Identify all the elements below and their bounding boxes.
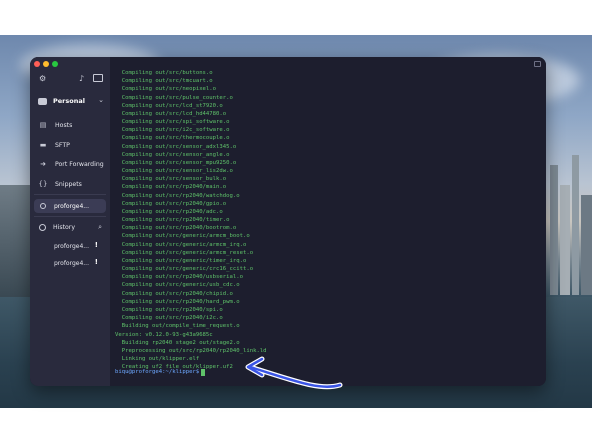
terminal-prompt[interactable]: biqu@proforge4:~/klipper$ <box>115 368 206 376</box>
snippets-icon: {} <box>38 180 48 188</box>
gear-icon[interactable]: ⚙ <box>39 75 46 83</box>
terminal-line: Compiling out/src/rp2040/watchdog.o <box>115 192 240 199</box>
minimize-window-button[interactable] <box>43 61 49 67</box>
terminal-line: Compiling out/src/generic/crc16_ccitt.o <box>115 266 254 273</box>
terminal-line: Compiling out/src/spi_software.o <box>115 119 230 126</box>
terminal-line: Compiling out/src/lcd_st7920.o <box>115 102 223 109</box>
terminal-line: Compiling out/src/neopixel.o <box>115 86 217 93</box>
terminal-line: Preprocessing out/src/rp2040/rp2040_link… <box>115 347 267 354</box>
sidebar-item-label: Hosts <box>55 121 73 129</box>
warning-badge: ! <box>94 258 98 266</box>
warning-badge: ! <box>94 241 98 249</box>
hosts-icon: ▤ <box>39 121 47 129</box>
annotation-arrow-icon <box>245 356 343 390</box>
bell-icon[interactable]: ♪ <box>79 75 84 83</box>
session-label: proforge4... <box>54 202 89 210</box>
prompt-text: biqu@proforge4:~/klipper$ <box>115 369 200 375</box>
terminal-icon[interactable] <box>93 74 103 82</box>
sidebar: ⚙ ♪ Personal ⌄ ▤ Hosts ▬ SFTP ➜ Port For… <box>30 57 110 386</box>
terminal-line: Building rp2040 stage2 out/stage2.o <box>115 339 240 346</box>
terminal-line: Compiling out/src/rp2040/timer.o <box>115 217 230 224</box>
history-item-label: proforge4... <box>54 242 89 250</box>
vault-icon <box>38 97 47 105</box>
maximize-window-button[interactable] <box>52 61 58 67</box>
terminal-line: Compiling out/src/rp2040/spi.o <box>115 306 223 313</box>
divider <box>34 194 106 195</box>
close-window-button[interactable] <box>34 61 40 67</box>
port-forwarding-icon: ➜ <box>40 160 46 168</box>
chevron-down-icon: ⌄ <box>98 96 104 104</box>
terminal-line: Compiling out/src/rp2040/gpio.o <box>115 200 227 207</box>
divider <box>34 216 106 217</box>
history-label: History <box>53 223 76 231</box>
terminal-line: Compiling out/src/i2c_software.o <box>115 127 230 134</box>
terminal-line: Compiling out/src/rp2040/chipid.o <box>115 290 233 297</box>
terminal-line: Compiling out/src/tmcuart.o <box>115 78 213 85</box>
terminal-line: Compiling out/src/sensor_bulk.o <box>115 176 227 183</box>
terminal-line: Building out/compile_time_request.o <box>115 323 240 330</box>
terminal-line: Compiling out/src/pulse_counter.o <box>115 94 233 101</box>
sidebar-item-hosts[interactable]: ▤ Hosts <box>34 118 106 132</box>
terminal-line: Compiling out/src/rp2040/usbserial.o <box>115 274 243 281</box>
sidebar-item-sftp[interactable]: ▬ SFTP <box>34 138 106 152</box>
terminal-line: Compiling out/src/generic/usb_cdc.o <box>115 282 240 289</box>
sidebar-item-label: Snippets <box>55 180 82 188</box>
terminal-line: Compiling out/src/thermocouple.o <box>115 135 230 142</box>
session-status-icon <box>40 203 46 209</box>
terminal-line: Compiling out/src/generic/timer_irq.o <box>115 257 247 264</box>
terminal-app-window: ⚙ ♪ Personal ⌄ ▤ Hosts ▬ SFTP ➜ Port For… <box>30 57 546 386</box>
terminal-line: Version: v0.12.0-93-g43a9685c <box>115 331 213 338</box>
terminal-line: Compiling out/src/rp2040/adc.o <box>115 208 223 215</box>
sidebar-item-label: Port Forwarding <box>55 160 104 168</box>
text-cursor <box>201 368 206 376</box>
vault-selector[interactable]: Personal ⌄ <box>34 94 106 108</box>
terminal-line: Compiling out/src/rp2040/hard_pwm.o <box>115 298 240 305</box>
terminal-line: Compiling out/src/rp2040/i2c.o <box>115 315 223 322</box>
city-skyline-right <box>546 145 592 295</box>
vault-label: Personal <box>53 97 85 105</box>
folder-icon: ▬ <box>39 141 47 149</box>
terminal-line: Compiling out/src/sensor_angle.o <box>115 151 230 158</box>
terminal-line: Compiling out/src/sensor_adxl345.o <box>115 143 237 150</box>
sidebar-item-label: SFTP <box>55 141 70 149</box>
clock-icon <box>39 223 46 231</box>
terminal-line: Compiling out/src/buttons.o <box>115 70 213 76</box>
split-view-icon[interactable] <box>534 61 541 67</box>
terminal-line: Compiling out/src/lcd_hd44780.o <box>115 110 227 117</box>
terminal-output: Compiling out/src/buttons.o Compiling ou… <box>115 69 267 371</box>
terminal-line: Compiling out/src/rp2040/main.o <box>115 184 227 191</box>
active-session-tab[interactable]: proforge4... <box>34 199 106 213</box>
sidebar-item-port-forwarding[interactable]: ➜ Port Forwarding <box>34 157 106 171</box>
terminal-line: Compiling out/src/generic/armcm_irq.o <box>115 241 247 248</box>
sidebar-item-snippets[interactable]: {} Snippets <box>34 177 106 191</box>
search-icon[interactable]: ⌕ <box>98 223 102 232</box>
history-item[interactable]: proforge4... ! <box>34 257 106 269</box>
terminal-line: Compiling out/src/generic/armcm_boot.o <box>115 233 250 240</box>
history-item-label: proforge4... <box>54 259 89 267</box>
history-header[interactable]: History ⌕ <box>34 220 106 234</box>
history-item[interactable]: proforge4... ! <box>34 240 106 252</box>
terminal-line: Compiling out/src/generic/armcm_reset.o <box>115 249 254 256</box>
terminal-line: Compiling out/src/rp2040/bootrom.o <box>115 225 237 232</box>
terminal-line: Compiling out/src/sensor_lis2dw.o <box>115 168 233 175</box>
terminal-line: Compiling out/src/sensor_mpu9250.o <box>115 159 237 166</box>
terminal-pane[interactable]: Compiling out/src/buttons.o Compiling ou… <box>110 57 546 386</box>
